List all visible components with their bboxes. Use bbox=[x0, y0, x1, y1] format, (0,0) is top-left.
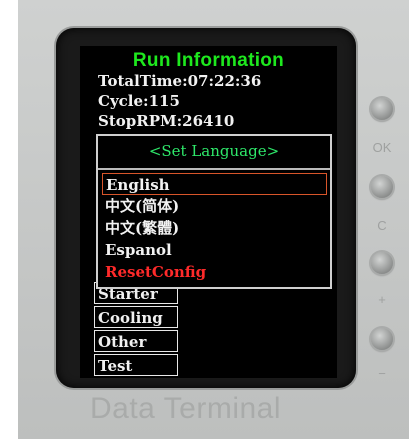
cycle-readout: Cycle:115 bbox=[98, 92, 180, 110]
set-language-title: <Set Language> bbox=[148, 142, 280, 160]
ok-button[interactable] bbox=[371, 98, 393, 120]
cancel-label: C bbox=[377, 218, 387, 233]
run-information-title: Run Information bbox=[132, 50, 285, 71]
minus-button[interactable] bbox=[371, 328, 393, 350]
set-language-dialog: <Set Language> English 中文(简体) 中文(繁體) Esp… bbox=[96, 134, 332, 289]
popup-divider bbox=[98, 168, 330, 170]
plus-button[interactable] bbox=[371, 252, 393, 274]
cancel-button[interactable] bbox=[371, 176, 393, 198]
minus-label: − bbox=[378, 366, 386, 381]
device-brand-label: Data Terminal bbox=[90, 392, 282, 425]
language-option-chinese-traditional[interactable]: 中文(繁體) bbox=[102, 217, 327, 239]
menu-item-test[interactable]: Test bbox=[94, 354, 178, 376]
language-option-chinese-simplified[interactable]: 中文(简体) bbox=[102, 195, 327, 217]
stop-rpm-readout: StopRPM:26410 bbox=[98, 112, 235, 130]
total-time-readout: TotalTime:07:22:36 bbox=[98, 72, 262, 90]
ok-label: OK bbox=[372, 140, 392, 155]
language-option-espanol[interactable]: Espanol bbox=[102, 239, 327, 261]
reset-config-option[interactable]: ResetConfig bbox=[102, 261, 327, 283]
language-option-english[interactable]: English bbox=[102, 173, 327, 195]
menu-item-other[interactable]: Other bbox=[94, 330, 178, 352]
menu-item-cooling[interactable]: Cooling bbox=[94, 306, 178, 328]
lcd-screen: Run Information TotalTime:07:22:36 Cycle… bbox=[80, 46, 337, 378]
plus-label: + bbox=[378, 292, 386, 307]
